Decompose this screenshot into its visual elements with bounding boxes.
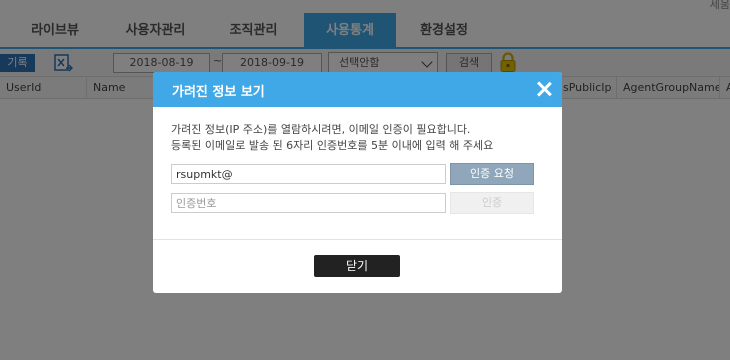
email-field[interactable] — [171, 164, 446, 184]
dialog-header: 가려진 정보 보기 — [153, 72, 562, 107]
description-line-2: 등록된 이메일로 발송 된 6자리 인증번호를 5분 이내에 입력 해 주세요 — [171, 139, 494, 152]
close-icon[interactable] — [536, 81, 552, 97]
verification-code-field[interactable] — [171, 193, 446, 213]
request-code-button[interactable]: 인증 요청 — [450, 163, 534, 185]
dialog-title: 가려진 정보 보기 — [172, 85, 265, 100]
dialog-description: 가려진 정보(IP 주소)를 열람하시려면, 이메일 인증이 필요합니다. 등록… — [171, 122, 493, 154]
hidden-info-dialog: 가려진 정보 보기 가려진 정보(IP 주소)를 열람하시려면, 이메일 인증이… — [153, 72, 562, 293]
description-line-1: 가려진 정보(IP 주소)를 열람하시려면, 이메일 인증이 필요합니다. — [171, 123, 471, 136]
close-button[interactable]: 닫기 — [314, 255, 400, 277]
verify-button[interactable]: 인증 — [450, 192, 534, 214]
dialog-divider — [153, 239, 562, 240]
